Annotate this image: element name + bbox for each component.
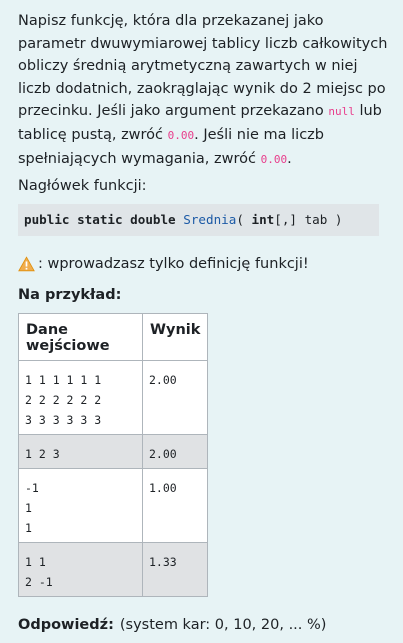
column-header-input: Dane wejściowe (18, 313, 143, 361)
question-panel: Napisz funkcję, która dla przekazanej ja… (0, 0, 403, 643)
output-cell: 2.00 (141, 360, 209, 435)
output-cell: 2.00 (141, 434, 209, 469)
penalty-info: (system kar: 0, 10, 20, ... %) (119, 617, 327, 633)
input-cell: 1 1 2 -1 (18, 542, 143, 597)
task-description: Napisz funkcję, która dla przekazanej ja… (18, 13, 388, 167)
table-header-row: Dane wejściowe Wynik (18, 313, 209, 361)
example-table: Dane wejściowe Wynik 1 1 1 1 1 1 2 2 2 2… (18, 313, 209, 597)
warning-text: : wprowadzasz tylko definicję funkcji! (38, 256, 309, 272)
answer-section: Odpowiedź: (system kar: 0, 10, 20, ... %) (18, 617, 326, 633)
warning-triangle-icon (18, 256, 35, 272)
zero-code: 0.00 (167, 128, 195, 142)
input-cell: 1 1 1 1 1 1 2 2 2 2 2 2 3 3 3 3 3 3 (18, 360, 143, 435)
table-row: 1 2 3 2.00 (18, 434, 209, 469)
null-code: null (328, 105, 355, 119)
column-header-output: Wynik (141, 313, 209, 361)
table-row: 1 1 1 1 1 1 2 2 2 2 2 2 3 3 3 3 3 3 2.00 (18, 360, 209, 435)
example-label: Na przykład: (18, 287, 122, 303)
answer-label: Odpowiedź: (18, 617, 114, 633)
input-cell: 1 2 3 (18, 434, 143, 469)
output-cell: 1.00 (141, 468, 209, 543)
input-cell: -1 1 1 (18, 468, 143, 543)
warning-note: : wprowadzasz tylko definicję funkcji! (18, 256, 309, 272)
table-row: -1 1 1 1.00 (18, 468, 209, 543)
function-signature: public static double Srednia( int[,] tab… (18, 204, 379, 236)
zero-code: 0.00 (260, 152, 288, 166)
function-header-label: Nagłówek funkcji: (18, 178, 147, 194)
output-cell: 1.33 (141, 542, 209, 597)
table-row: 1 1 2 -1 1.33 (18, 542, 209, 597)
